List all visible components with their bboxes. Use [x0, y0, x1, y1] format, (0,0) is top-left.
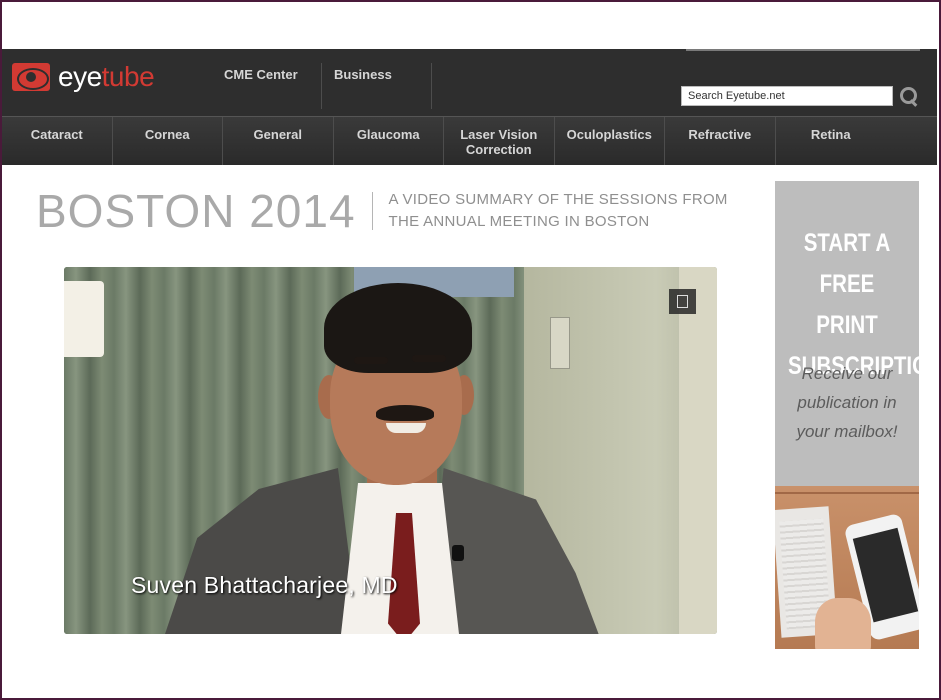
header-strip	[686, 49, 920, 51]
nav-cme-center[interactable]: CME Center	[212, 63, 322, 109]
ad-subtext-line-2: publication in	[797, 393, 897, 412]
category-cornea[interactable]: Cornea	[113, 117, 223, 165]
page-headline: BOSTON 2014 A VIDEO SUMMARY OF THE SESSI…	[36, 188, 728, 234]
speaker-brow-right	[412, 355, 446, 362]
search-box	[681, 85, 919, 107]
speaker-mustache	[376, 405, 434, 421]
category-retina[interactable]: Retina	[776, 117, 887, 165]
ad-photo-hand	[815, 598, 871, 649]
ad-headline-line-2: FREE PRINT	[816, 270, 878, 339]
category-laser-vision-correction[interactable]: Laser Vision Correction	[444, 117, 555, 165]
page-title: BOSTON 2014	[36, 185, 356, 237]
speaker-brow-left	[354, 357, 388, 364]
lapel-mic	[452, 545, 464, 561]
headline-divider	[371, 192, 373, 230]
ad-photo	[775, 486, 919, 649]
search-icon[interactable]	[897, 85, 919, 107]
category-navigation: Cataract Cornea General Glaucoma Laser V…	[2, 117, 937, 165]
speaker-hair	[324, 283, 472, 373]
eye-logo-icon	[12, 63, 50, 91]
nav-business[interactable]: Business	[322, 63, 432, 109]
logo-wordmark: eyetube	[58, 61, 155, 92]
top-navigation: CME Center Business	[212, 63, 432, 109]
category-glaucoma[interactable]: Glaucoma	[334, 117, 444, 165]
category-general[interactable]: General	[223, 117, 334, 165]
search-input[interactable]	[681, 86, 893, 106]
category-cataract[interactable]: Cataract	[2, 117, 113, 165]
video-frame-door	[679, 267, 717, 634]
page-subtitle: A VIDEO SUMMARY OF THE SESSIONS FROM THE…	[389, 189, 728, 233]
ad-headline-line-1: START A	[803, 229, 891, 257]
ad-subtext-line-1: Receive our	[801, 364, 893, 383]
subtitle-line-2: THE ANNUAL MEETING IN BOSTON	[388, 213, 650, 230]
speaker-smile	[386, 423, 426, 433]
video-caption: Suven Bhattacharjee, MD	[131, 572, 398, 598]
ad-subtext: Receive our publication in your mailbox!	[775, 359, 919, 446]
site-header: eyetube CME Center Business	[2, 49, 937, 117]
video-frame-lamp	[64, 281, 104, 357]
category-refractive[interactable]: Refractive	[665, 117, 776, 165]
ad-subtext-line-3: your mailbox!	[796, 422, 898, 441]
subscription-ad[interactable]: START A FREE PRINT SUBSCRIPTION Receive …	[775, 181, 919, 649]
category-oculoplastics[interactable]: Oculoplastics	[555, 117, 665, 165]
video-player[interactable]: Suven Bhattacharjee, MD	[64, 267, 717, 634]
eyetube-logo[interactable]: eyetube	[12, 61, 155, 92]
logo-text-eye: eye	[58, 61, 102, 92]
subtitle-line-1: A VIDEO SUMMARY OF THE SESSIONS FROM	[388, 191, 728, 208]
logo-text-tube: tube	[101, 61, 155, 92]
fullscreen-icon[interactable]	[669, 289, 696, 314]
